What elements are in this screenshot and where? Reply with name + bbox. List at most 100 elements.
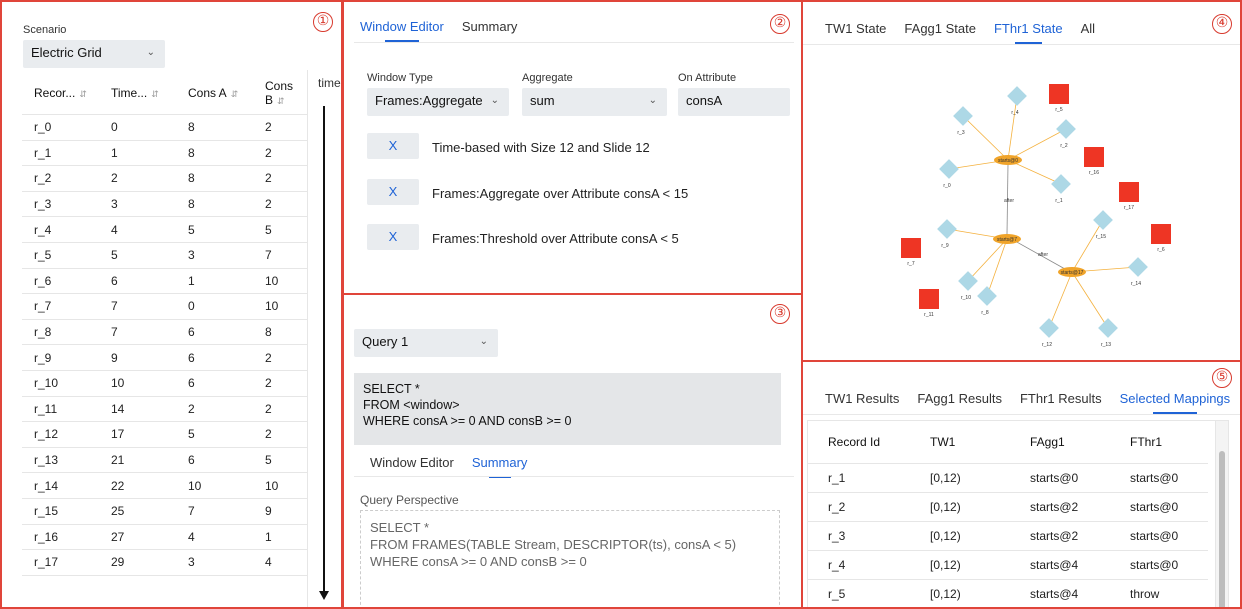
table-cell: 5	[264, 216, 307, 243]
graph-edge[interactable]	[986, 238, 1008, 297]
query-select[interactable]: Query 1 ⌄	[354, 329, 498, 357]
scrollbar[interactable]	[1215, 421, 1228, 607]
window-type-select[interactable]: Frames:Aggregate ⌄	[367, 88, 509, 116]
graph-edge[interactable]	[1007, 128, 1067, 161]
table-row[interactable]: r_4 [0,12) starts@4 starts@0	[808, 550, 1208, 580]
table-cell: 0	[187, 293, 264, 320]
table-cell: [0,12)	[929, 463, 1029, 493]
table-row[interactable]: r_1 1 8 2	[22, 140, 307, 167]
attribute-input[interactable]: consA	[678, 88, 790, 116]
record-diamond[interactable]	[1093, 210, 1113, 230]
table-row[interactable]: r_2 2 8 2	[22, 165, 307, 192]
tab-fagg1-results[interactable]: FAgg1 Results	[917, 391, 1002, 414]
window-description: Frames:Aggregate over Attribute consA < …	[432, 186, 689, 201]
remove-window-button[interactable]: X	[367, 179, 419, 205]
record-square[interactable]	[901, 238, 921, 258]
table-row[interactable]: r_3 3 8 2	[22, 191, 307, 218]
record-square[interactable]	[1084, 147, 1104, 167]
sort-icon[interactable]: ⇵	[151, 89, 159, 99]
record-square[interactable]	[1119, 182, 1139, 202]
tab-summary[interactable]: Summary	[462, 19, 518, 42]
record-label: r_14	[1131, 281, 1141, 287]
record-diamond[interactable]	[1098, 318, 1118, 338]
record-square[interactable]	[919, 289, 939, 309]
perspective-line: WHERE consA >= 0 AND consB >= 0	[370, 554, 587, 569]
graph-edge[interactable]	[1071, 271, 1109, 329]
table-row[interactable]: r_14 22 10 10	[22, 472, 307, 499]
record-diamond[interactable]	[1007, 86, 1027, 106]
state-graph[interactable]: after after r_0 r_1 r_2 r_3 r_4 r_8 r_9 r_10 r_12 r…	[803, 50, 1240, 350]
record-diamond[interactable]	[1051, 174, 1071, 194]
table-row[interactable]: r_4 4 5 5	[22, 216, 307, 243]
graph-edge[interactable]	[967, 238, 1008, 282]
table-cell: r_17	[22, 549, 110, 576]
graph-edge[interactable]	[962, 115, 1009, 161]
table-row[interactable]: r_8 7 6 8	[22, 319, 307, 346]
sort-icon[interactable]: ⇵	[277, 96, 285, 106]
record-diamond[interactable]	[1039, 318, 1059, 338]
tab-selected-mappings[interactable]: Selected Mappings	[1120, 391, 1230, 414]
graph-edge[interactable]	[1071, 219, 1104, 273]
record-diamond[interactable]	[1056, 119, 1076, 139]
col-cons-a[interactable]: Cons A ⇵	[187, 72, 264, 115]
col-time[interactable]: Time... ⇵	[110, 72, 187, 115]
table-row[interactable]: r_16 27 4 1	[22, 524, 307, 551]
table-row[interactable]: r_5 5 3 7	[22, 242, 307, 269]
table-row[interactable]: r_2 [0,12) starts@2 starts@0	[808, 492, 1208, 522]
table-row[interactable]: r_0 0 8 2	[22, 114, 307, 141]
record-label: r_9	[941, 243, 948, 249]
table-row[interactable]: r_17 29 3 4	[22, 549, 307, 576]
table-cell: r_4	[808, 550, 929, 580]
col-record[interactable]: Recor... ⇵	[22, 72, 110, 115]
table-row[interactable]: r_7 7 0 10	[22, 293, 307, 320]
table-cell: [0,12)	[929, 579, 1029, 607]
aggregate-select[interactable]: sum ⌄	[522, 88, 667, 116]
table-cell: [0,12)	[929, 492, 1029, 522]
remove-window-button[interactable]: X	[367, 133, 419, 159]
time-arrowhead-icon	[319, 591, 329, 600]
record-square[interactable]	[1151, 224, 1171, 244]
graph-edge[interactable]	[1048, 271, 1073, 329]
table-cell: 3	[187, 549, 264, 576]
table-row[interactable]: r_6 6 1 10	[22, 268, 307, 295]
table-cell: 2	[264, 421, 307, 448]
remove-window-button[interactable]: X	[367, 224, 419, 250]
state-graph-panel: TW1 State FAgg1 State FThr1 State All af…	[801, 0, 1242, 362]
table-row[interactable]: r_5 [0,12) starts@4 throw	[808, 579, 1208, 607]
record-square[interactable]	[1049, 84, 1069, 104]
table-row[interactable]: r_9 9 6 2	[22, 344, 307, 371]
table-row[interactable]: r_11 14 2 2	[22, 396, 307, 423]
col-cons-b[interactable]: Cons B ⇵	[264, 72, 307, 115]
record-diamond[interactable]	[1128, 257, 1148, 277]
table-row[interactable]: r_12 17 5 2	[22, 421, 307, 448]
table-row[interactable]: r_13 21 6 5	[22, 447, 307, 474]
graph-edge[interactable]	[1007, 95, 1018, 161]
tab-fthr1-state[interactable]: FThr1 State	[994, 21, 1063, 44]
scrollbar-thumb[interactable]	[1219, 451, 1225, 607]
table-row[interactable]: r_10 10 6 2	[22, 370, 307, 397]
query-code[interactable]: SELECT * FROM <window> WHERE consA >= 0 …	[354, 373, 781, 445]
record-diamond[interactable]	[937, 219, 957, 239]
table-row[interactable]: r_1 [0,12) starts@0 starts@0	[808, 463, 1208, 493]
tab-all[interactable]: All	[1081, 21, 1095, 44]
tab-tw1-results[interactable]: TW1 Results	[825, 391, 899, 414]
sort-icon[interactable]: ⇵	[231, 89, 239, 99]
table-row[interactable]: r_3 [0,12) starts@2 starts@0	[808, 521, 1208, 551]
tab-tw1-state[interactable]: TW1 State	[825, 21, 886, 44]
sort-icon[interactable]: ⇵	[79, 89, 87, 99]
table-row[interactable]: r_15 25 7 9	[22, 498, 307, 525]
tab-summary[interactable]: Summary	[472, 455, 527, 478]
record-diamond[interactable]	[939, 159, 959, 179]
record-label: r_2	[1060, 143, 1067, 149]
query-perspective: SELECT * FROM FRAMES(TABLE Stream, DESCR…	[360, 510, 780, 607]
table-cell: r_15	[22, 498, 110, 525]
tab-fagg1-state[interactable]: FAgg1 State	[904, 21, 976, 44]
col-fthr1: FThr1	[1129, 421, 1208, 464]
tab-window-editor[interactable]: Window Editor	[360, 19, 444, 42]
tab-window-editor[interactable]: Window Editor	[370, 455, 454, 478]
tab-fthr1-results[interactable]: FThr1 Results	[1020, 391, 1102, 414]
table-cell: 9	[264, 498, 307, 525]
record-diamond[interactable]	[977, 286, 997, 306]
scenario-select[interactable]: Electric Grid ⌄	[23, 40, 165, 68]
results-panel: TW1 Results FAgg1 Results FThr1 Results …	[801, 360, 1242, 609]
